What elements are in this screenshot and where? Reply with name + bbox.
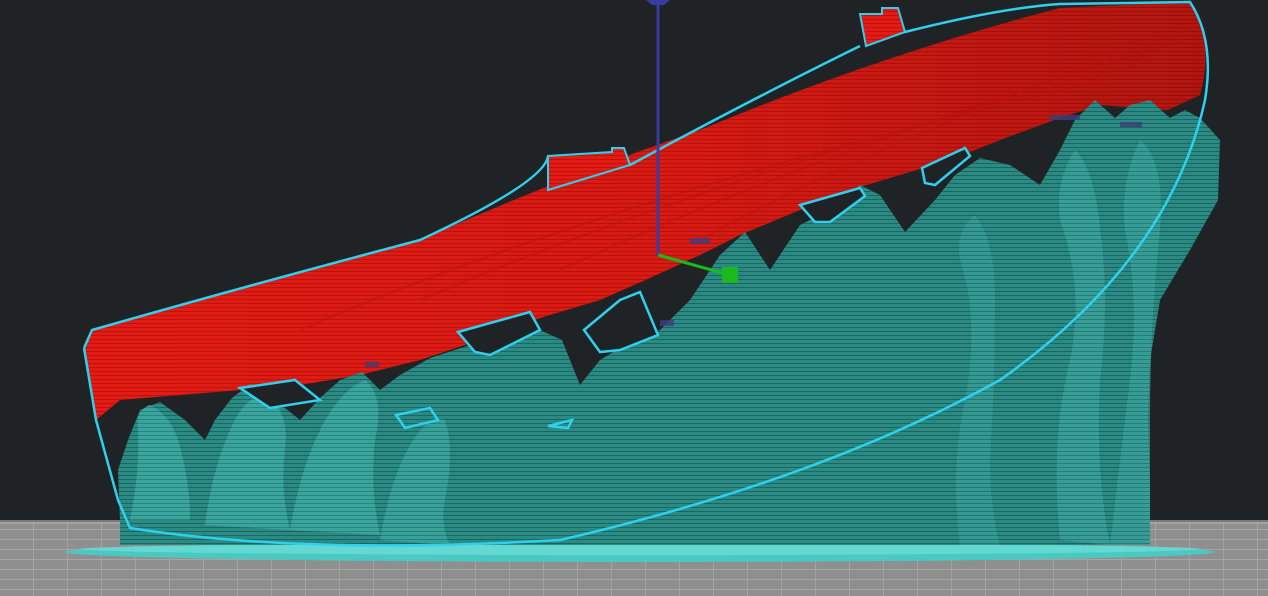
scene-canvas[interactable] xyxy=(0,0,1268,596)
3d-viewport[interactable] xyxy=(0,0,1268,596)
square-handle-icon xyxy=(722,267,738,283)
model-tab xyxy=(858,7,907,48)
z-axis-handle-icon xyxy=(646,0,670,5)
